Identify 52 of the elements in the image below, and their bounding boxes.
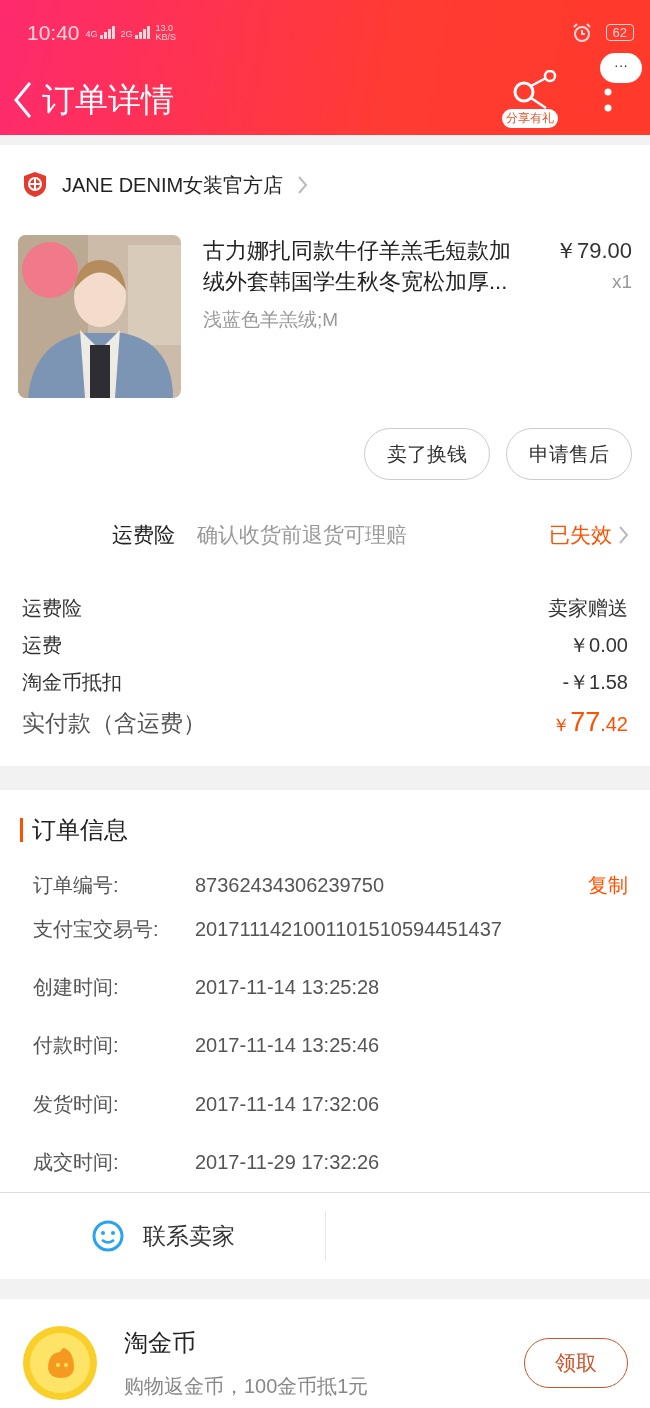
- info-value: 2017-11-14 17:32:06: [195, 1092, 381, 1116]
- chevron-icon: [618, 525, 630, 545]
- info-value: 2017111421001101510594451437: [195, 917, 503, 941]
- more-icon[interactable]: [604, 88, 612, 112]
- signal-icon: [99, 26, 115, 39]
- chevron-icon: [297, 175, 310, 195]
- network-type: 4G: [85, 29, 98, 39]
- info-value: 2017-11-14 13:25:46: [195, 1034, 381, 1058]
- insurance-label: 运费险: [112, 522, 175, 548]
- fee-value: 卖家赠送: [548, 596, 628, 621]
- fee-value: ￥0.00: [569, 633, 628, 658]
- info-label: 支付宝交易号:: [33, 916, 160, 942]
- product-variant: 浅蓝色羊羔绒;M: [203, 308, 340, 332]
- product-title[interactable]: 古力娜扎同款牛仔羊羔毛短款加绒外套韩国学生秋冬宽松加厚...: [203, 235, 520, 297]
- info-label: 付款时间:: [33, 1033, 120, 1059]
- product-quantity: x1: [611, 270, 632, 294]
- battery-level: 62: [605, 24, 634, 41]
- info-label: 订单编号:: [33, 872, 120, 898]
- info-value: 2017-11-14 13:25:28: [195, 975, 381, 999]
- message-bubble[interactable]: ···: [600, 53, 642, 83]
- page-title: 订单详情: [42, 79, 175, 120]
- fee-label: 运费: [22, 633, 62, 658]
- info-value: 2017-11-29 17:32:26: [195, 1151, 381, 1175]
- coin-title: 淘金币: [124, 1327, 197, 1358]
- alarm-icon: [571, 22, 592, 43]
- signal-icon: [134, 26, 150, 39]
- fee-label: 淘金币抵扣: [22, 670, 122, 695]
- fee-label: 运费险: [22, 596, 82, 621]
- coin-icon: [22, 1325, 98, 1401]
- store-name[interactable]: JANE DENIM女装官方店: [62, 171, 284, 199]
- chat-icon: [90, 1219, 125, 1253]
- share-button[interactable]: 分享有礼: [502, 70, 566, 130]
- store-badge-icon: [22, 171, 48, 199]
- info-label: 成交时间:: [33, 1150, 120, 1176]
- info-value: 87362434306239750: [195, 873, 386, 897]
- section-title: 订单信息: [32, 815, 128, 845]
- action-button[interactable]: 卖了换钱: [364, 428, 490, 480]
- claim-button[interactable]: 领取: [524, 1338, 628, 1388]
- coin-description: 购物返金币，100金币抵1元: [124, 1373, 370, 1399]
- action-button[interactable]: 申请售后: [506, 428, 632, 480]
- info-label: 发货时间:: [33, 1091, 120, 1117]
- total-label: 实付款（含运费）: [22, 709, 206, 738]
- insurance-description: 确认收货前退货可理赔: [197, 522, 408, 548]
- info-label: 创建时间:: [33, 974, 120, 1000]
- network-type: 2G: [120, 29, 133, 39]
- total-amount: ￥77.42: [552, 706, 628, 739]
- status-time: 10:40: [27, 20, 80, 45]
- fee-value: -￥1.58: [562, 670, 628, 695]
- product-price: ￥79.00: [554, 237, 632, 265]
- network-speed: 13.0 KB/S: [155, 23, 177, 42]
- contact-seller-button[interactable]: 联系卖家: [84, 1218, 241, 1254]
- back-icon[interactable]: [12, 80, 34, 120]
